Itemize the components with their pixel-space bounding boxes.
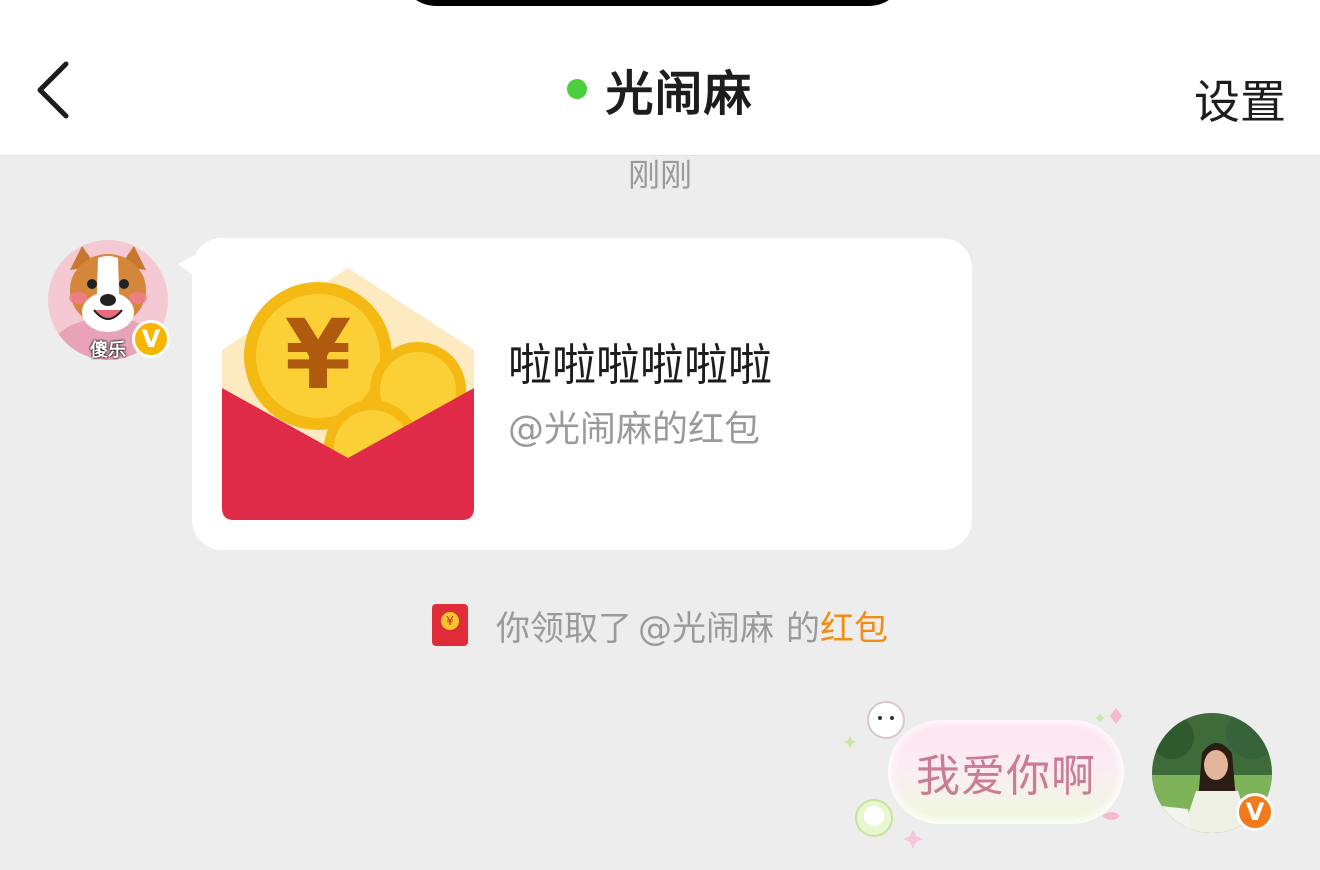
top-bar: 光闹麻 设置	[0, 0, 1320, 156]
message-timestamp: 刚刚	[627, 156, 692, 194]
notice-user: @光闹麻	[638, 608, 774, 649]
outgoing-message[interactable]: 我爱你啊	[840, 700, 1140, 848]
red-packet-text: 啦啦啦啦啦啦 @光闹麻的红包	[508, 336, 772, 456]
red-packet-message[interactable]: ¥ 啦啦啦啦啦啦 @光闹麻的红包	[178, 238, 972, 550]
verified-v-icon: V	[1236, 793, 1274, 831]
notice-prefix: 你领取了	[496, 608, 632, 649]
notice-middle: 的	[786, 608, 820, 649]
outgoing-message-text: 我爱你啊	[916, 751, 1096, 802]
red-packet-sender: @光闹麻的红包	[508, 409, 761, 450]
red-packet-link[interactable]: 红包	[820, 601, 888, 650]
sender-avatar[interactable]: 傻乐 V	[48, 240, 170, 361]
my-avatar[interactable]: V	[1152, 713, 1274, 833]
red-packet-small-icon: ¥	[432, 604, 468, 646]
chat-title: 光闹麻	[605, 66, 753, 122]
outgoing-bubble: 我爱你啊	[888, 720, 1124, 824]
red-packet-received-notice: ¥ 你领取了 @光闹麻 的 红包	[0, 600, 1320, 650]
red-packet-icon: ¥	[222, 268, 474, 520]
avatar-caption: 傻乐	[90, 340, 126, 361]
verified-v-icon: V	[132, 320, 170, 358]
svg-text:¥: ¥	[285, 299, 352, 411]
online-status-icon	[567, 79, 588, 99]
chat-title-area: 光闹麻	[0, 58, 1320, 122]
red-packet-greeting: 啦啦啦啦啦啦	[508, 340, 772, 391]
camera-notch	[400, 0, 905, 6]
settings-button[interactable]: 设置	[1194, 66, 1286, 132]
bubble-tail	[178, 254, 196, 278]
